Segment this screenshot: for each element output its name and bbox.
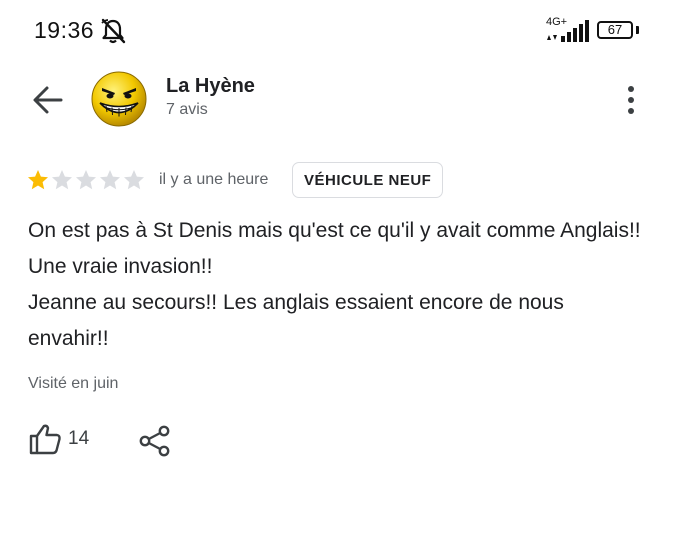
like-count: 14 xyxy=(68,428,90,449)
review-time: il y a une heure xyxy=(159,171,269,188)
thumb-up-icon xyxy=(29,424,61,455)
status-time: 19:36 xyxy=(34,17,95,43)
review-paragraph: On est pas à St Denis mais qu'est ce qu'… xyxy=(28,219,641,278)
star-empty-icon xyxy=(124,170,144,190)
star-rating xyxy=(26,168,146,192)
review-text: On est pas à St Denis mais qu'est ce qu'… xyxy=(28,213,648,357)
star-empty-icon xyxy=(52,170,72,190)
share-icon[interactable] xyxy=(138,424,172,458)
cell-signal-icon xyxy=(547,20,589,42)
reviewer-name[interactable]: La Hyène xyxy=(166,75,255,98)
arrow-left-icon[interactable] xyxy=(30,82,66,118)
star-empty-icon xyxy=(76,170,96,190)
battery-tip xyxy=(636,26,639,34)
star-empty-icon xyxy=(100,170,120,190)
reviewer-review-count: 7 avis xyxy=(166,101,208,118)
battery-level: 67 xyxy=(607,22,623,37)
signal-indicator: 4G+ xyxy=(546,16,592,44)
evil-grin-smiley-icon[interactable] xyxy=(90,70,148,128)
vehicle-tag-chip[interactable]: VÉHICULE NEUF xyxy=(292,162,444,198)
status-bar: 19:36 4G+ 67 xyxy=(0,0,680,60)
like-button[interactable]: 14 xyxy=(28,421,89,457)
notifications-off-icon xyxy=(101,18,126,44)
more-vert-icon[interactable] xyxy=(616,82,646,118)
battery-indicator: 67 xyxy=(597,21,633,39)
review-paragraph: Jeanne au secours!! Les anglais essaient… xyxy=(28,291,564,350)
star-filled-icon xyxy=(28,170,48,190)
visit-date: Visité en juin xyxy=(28,375,119,392)
